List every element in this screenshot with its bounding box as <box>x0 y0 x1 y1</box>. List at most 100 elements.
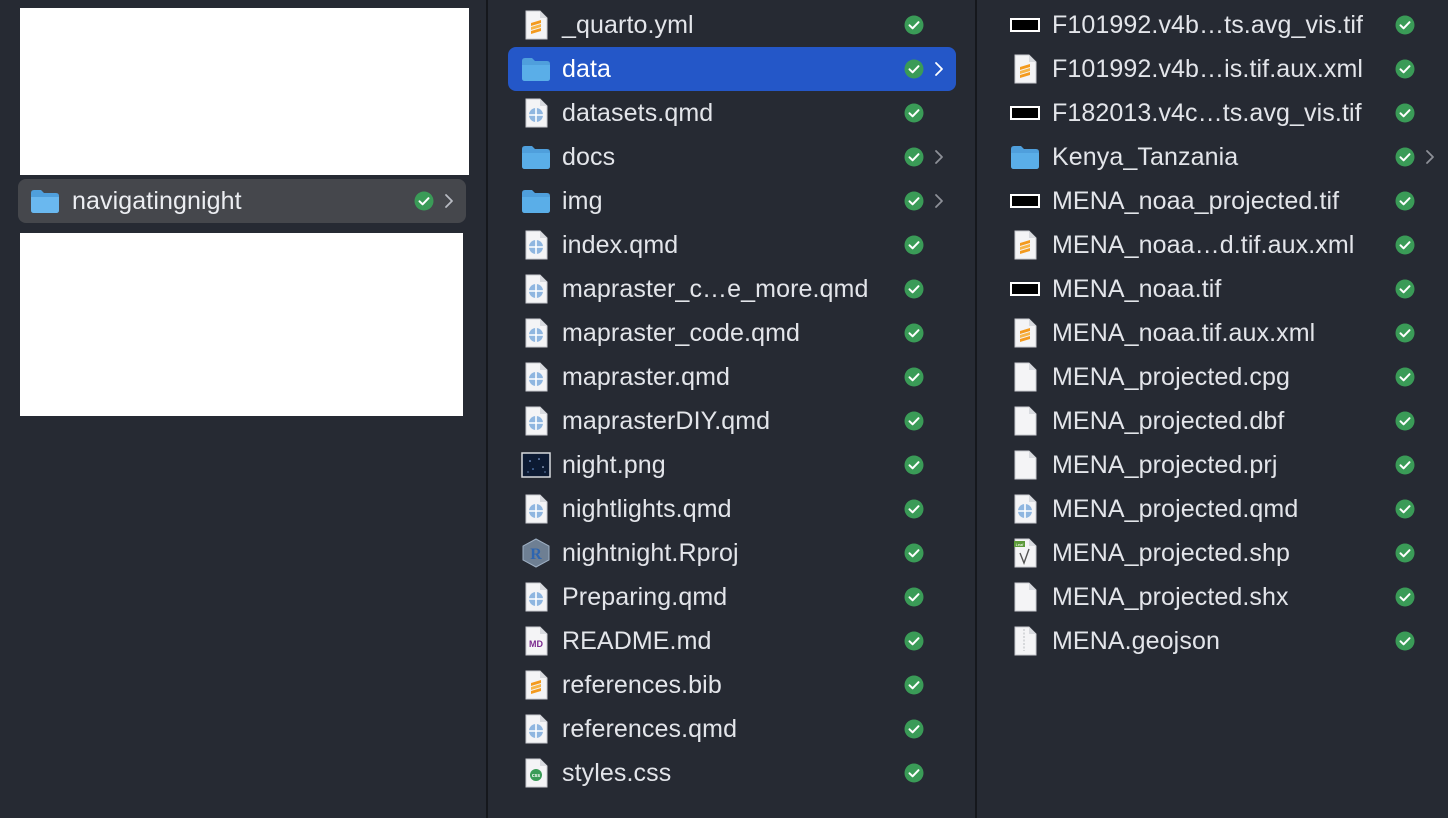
sync-check-icon <box>904 587 924 607</box>
item-name: datasets.qmd <box>562 98 714 127</box>
folder-name: navigatingnight <box>72 186 242 215</box>
file-row-preparing-qmd[interactable]: Preparing.qmd <box>508 575 956 619</box>
sublime-file-icon <box>521 670 551 700</box>
file-row-mena-projected-shx[interactable]: MENA_projected.shx <box>997 575 1448 619</box>
sync-check-icon <box>1395 15 1415 35</box>
chevron-right-icon <box>933 61 945 77</box>
folder-row-kenya-tanzania[interactable]: Kenya_Tanzania <box>997 135 1448 179</box>
sync-check-icon <box>904 191 924 211</box>
quarto-file-icon <box>521 494 551 524</box>
sublime-file-icon <box>521 10 551 40</box>
quarto-file-icon <box>521 318 551 348</box>
sync-check-icon <box>1395 59 1415 79</box>
file-row-mena-noaa-tif[interactable]: MENA_noaa.tif <box>997 267 1448 311</box>
sublime-file-icon <box>1010 230 1040 260</box>
file-row-references-bib[interactable]: references.bib <box>508 663 956 707</box>
sync-check-icon <box>1395 411 1415 431</box>
sync-check-icon <box>1395 367 1415 387</box>
item-name: MENA_projected.qmd <box>1052 494 1299 523</box>
item-name: docs <box>562 142 616 171</box>
sublime-file-icon <box>1010 54 1040 84</box>
item-name: MENA_projected.cpg <box>1052 362 1291 391</box>
item-name: MENA_projected.dbf <box>1052 406 1285 435</box>
sync-check-icon <box>904 543 924 563</box>
file-row-mena-projected-cpg[interactable]: MENA_projected.cpg <box>997 355 1448 399</box>
sync-check-icon <box>904 763 924 783</box>
svg-text:Leaf: Leaf <box>1016 542 1025 547</box>
item-name: MENA_projected.prj <box>1052 450 1278 479</box>
folder-icon <box>521 186 551 216</box>
file-row-readme-md[interactable]: MD README.md <box>508 619 956 663</box>
item-name: nightnight.Rproj <box>562 538 739 567</box>
file-row-mapraster-qmd[interactable]: mapraster.qmd <box>508 355 956 399</box>
item-name: mapraster_c…e_more.qmd <box>562 274 869 303</box>
file-row-quarto-yml[interactable]: _quarto.yml <box>508 3 956 47</box>
file-row-mena-noaa-tif-aux-xml[interactable]: MENA_noaa.tif.aux.xml <box>997 311 1448 355</box>
file-row-nightnight-rproj[interactable]: Rnightnight.Rproj <box>508 531 956 575</box>
item-name: nightlights.qmd <box>562 494 732 523</box>
chevron-right-icon <box>933 149 945 165</box>
file-row-styles-css[interactable]: css styles.css <box>508 751 956 795</box>
file-row-datasets-qmd[interactable]: datasets.qmd <box>508 91 956 135</box>
sync-check-icon <box>1395 235 1415 255</box>
chevron-right-icon <box>933 193 945 209</box>
quarto-file-icon <box>1010 494 1040 524</box>
file-row-mena-noaa-d-tif-aux-xml[interactable]: MENA_noaa…d.tif.aux.xml <box>997 223 1448 267</box>
sync-check-icon <box>904 719 924 739</box>
file-row-mena-projected-dbf[interactable]: MENA_projected.dbf <box>997 399 1448 443</box>
chevron-right-icon <box>443 193 455 209</box>
item-name: mapraster.qmd <box>562 362 731 391</box>
file-row-references-qmd[interactable]: references.qmd <box>508 707 956 751</box>
file-row-nightlights-qmd[interactable]: nightlights.qmd <box>508 487 956 531</box>
quarto-file-icon <box>521 362 551 392</box>
item-name: F101992.v4b…ts.avg_vis.tif <box>1052 10 1364 39</box>
file-row-index-qmd[interactable]: index.qmd <box>508 223 956 267</box>
blank-file-icon <box>1010 582 1040 612</box>
file-row-mena-projected-shp[interactable]: Leaf MENA_projected.shp <box>997 531 1448 575</box>
r-project-icon: R <box>521 538 551 568</box>
file-row-mapraster-c-e-more-qmd[interactable]: mapraster_c…e_more.qmd <box>508 267 956 311</box>
geojson-file-icon <box>1010 626 1040 656</box>
file-row-mena-noaa-projected-tif[interactable]: MENA_noaa_projected.tif <box>997 179 1448 223</box>
sync-check-icon <box>1395 455 1415 475</box>
folder-icon <box>1010 142 1040 172</box>
tif-thumbnail-icon <box>1010 10 1040 40</box>
folder-icon <box>30 186 60 216</box>
sync-check-icon <box>904 323 924 343</box>
folder-row-img[interactable]: img <box>508 179 956 223</box>
item-name: MENA.geojson <box>1052 626 1220 655</box>
sync-check-icon <box>1395 147 1415 167</box>
item-name: data <box>562 54 612 83</box>
folder-row-navigatingnight[interactable]: navigatingnight <box>18 179 466 223</box>
file-row-mena-projected-qmd[interactable]: MENA_projected.qmd <box>997 487 1448 531</box>
sync-check-icon <box>1395 631 1415 651</box>
folder-row-docs[interactable]: docs <box>508 135 956 179</box>
file-row-f182013-v4c-ts-avg-vis-tif[interactable]: F182013.v4c…ts.avg_vis.tif <box>997 91 1448 135</box>
item-name: references.bib <box>562 670 722 699</box>
blank-file-icon <box>1010 406 1040 436</box>
file-row-mapraster-code-qmd[interactable]: mapraster_code.qmd <box>508 311 956 355</box>
markdown-file-icon: MD <box>521 626 551 656</box>
blank-preview-area-top <box>20 8 469 175</box>
shapefile-icon: Leaf <box>1010 538 1040 568</box>
file-row-maprasterdiy-qmd[interactable]: maprasterDIY.qmd <box>508 399 956 443</box>
blank-file-icon <box>1010 450 1040 480</box>
folder-row-data[interactable]: data <box>508 47 956 91</box>
item-name: references.qmd <box>562 714 738 743</box>
item-name: night.png <box>562 450 666 479</box>
folder-icon <box>521 142 551 172</box>
sync-check-icon <box>1395 543 1415 563</box>
item-name: styles.css <box>562 758 672 787</box>
item-name: maprasterDIY.qmd <box>562 406 771 435</box>
file-row-f101992-v4b-is-tif-aux-xml[interactable]: F101992.v4b…is.tif.aux.xml <box>997 47 1448 91</box>
file-row-f101992-v4b-ts-avg-vis-tif[interactable]: F101992.v4b…ts.avg_vis.tif <box>997 3 1448 47</box>
css-file-icon: css <box>521 758 551 788</box>
file-row-mena-geojson[interactable]: MENA.geojson <box>997 619 1448 663</box>
column-data: F101992.v4b…ts.avg_vis.tif F101992.v4b…is… <box>977 0 1448 818</box>
sync-check-icon <box>904 455 924 475</box>
sync-check-icon <box>904 499 924 519</box>
file-row-night-png[interactable]: night.png <box>508 443 956 487</box>
svg-text:css: css <box>532 773 541 779</box>
file-row-mena-projected-prj[interactable]: MENA_projected.prj <box>997 443 1448 487</box>
sublime-file-icon <box>1010 318 1040 348</box>
